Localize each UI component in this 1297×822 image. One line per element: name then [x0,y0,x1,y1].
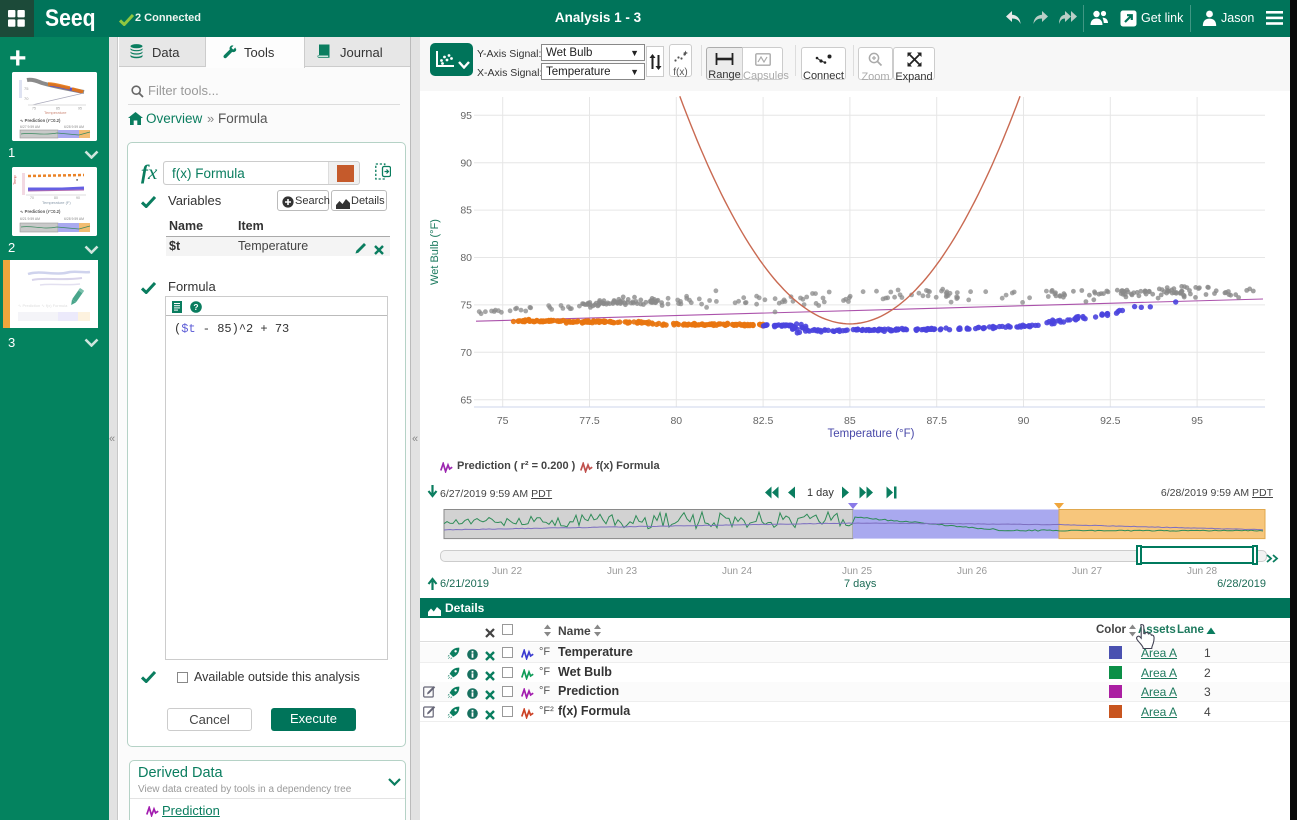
svg-text:∿ Prediction ∿ f(x) Formula: ∿ Prediction ∿ f(x) Formula [18,303,68,308]
svg-text:75: 75 [24,86,29,91]
svg-text:6/28 9:59 AM: 6/28 9:59 AM [64,217,84,221]
svg-text:Wet Bulb (°F): Wet Bulb (°F) [429,219,441,285]
svg-text:?: ? [193,302,198,312]
svg-text:∿ Prediction (r²=0.2): ∿ Prediction (r²=0.2) [20,209,61,214]
svg-text:∿ Prediction (r²=0.2): ∿ Prediction (r²=0.2) [20,118,61,123]
svg-text:70: 70 [24,96,29,101]
svg-text:95: 95 [78,107,82,111]
svg-text:Temperature (F): Temperature (F) [42,200,71,205]
svg-text:95: 95 [460,110,472,122]
svg-text:65: 65 [460,394,472,406]
svg-text:90: 90 [76,196,80,200]
svg-text:70: 70 [30,196,34,200]
svg-text:6/27 9:59 AM: 6/27 9:59 AM [20,125,40,129]
svg-text:80: 80 [460,252,472,264]
svg-text:80: 80 [670,415,682,427]
svg-text:Temp: Temp [12,174,17,185]
svg-text:90: 90 [1018,415,1030,427]
svg-text:92.5: 92.5 [1100,415,1121,427]
svg-text:85: 85 [460,205,472,217]
svg-text:85: 85 [844,415,856,427]
svg-text:Temperature (°F): Temperature (°F) [827,428,914,440]
svg-text:6/21 9:59 AM: 6/21 9:59 AM [20,217,40,221]
svg-text:82.5: 82.5 [753,415,774,427]
svg-text:95: 95 [1191,415,1203,427]
svg-text:6/28 9:59 AM: 6/28 9:59 AM [64,125,84,129]
svg-text:■: ■ [76,178,78,182]
svg-text:Temperature: Temperature [44,110,67,115]
svg-text:87.5: 87.5 [926,415,947,427]
svg-text:75: 75 [460,300,472,312]
svg-text:90: 90 [460,157,472,169]
svg-text:70: 70 [460,347,472,359]
svg-text:75: 75 [32,107,36,111]
svg-text:77.5: 77.5 [579,415,600,427]
svg-text:75: 75 [497,415,509,427]
